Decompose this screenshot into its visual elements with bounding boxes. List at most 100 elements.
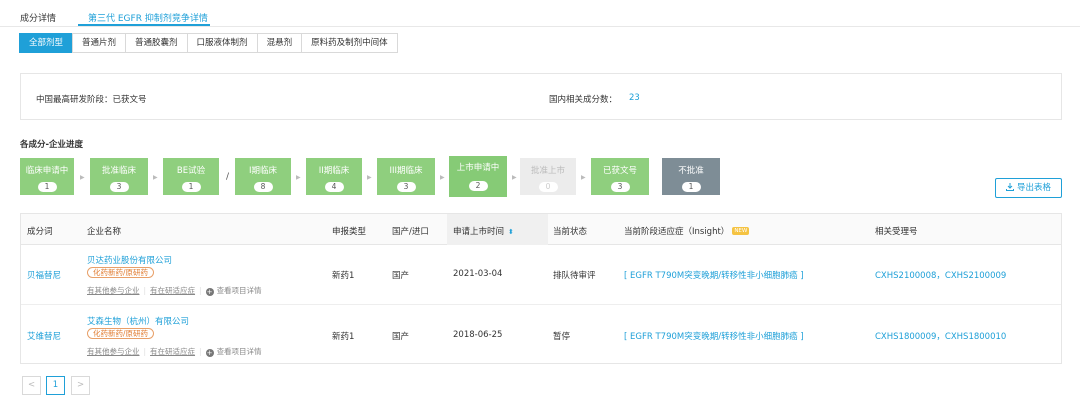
dose-tab-tablet[interactable]: 普通片剂 xyxy=(72,33,127,53)
tab-ingredient-detail[interactable]: 成分详情 xyxy=(20,11,56,24)
download-icon xyxy=(1005,183,1014,191)
receipt-link[interactable]: CXHS2100008，CXHS2100009 xyxy=(875,269,1006,281)
summary-panel: 中国最高研发阶段：已获文号 国内相关成分数： 23 xyxy=(20,73,1062,120)
chevron-right-icon: ▶ xyxy=(296,174,301,181)
next-page-button[interactable]: > xyxy=(71,376,90,395)
stage-label: 上市申请中 xyxy=(456,163,500,173)
origin: 国产 xyxy=(392,332,410,342)
indication-link[interactable]: [ EGFR T790M突变晚期/转移性非小细胞肺癌 ] xyxy=(624,330,804,342)
stage-count: 0 xyxy=(538,182,558,192)
th-indication-label: 当前阶段适应症（Insight） xyxy=(624,227,730,237)
page-1-button[interactable]: 1 xyxy=(46,376,65,395)
row-action-links: 有其他参与企业 | 有在研适应症 | + 查看项目详情 xyxy=(87,286,262,296)
chevron-right-icon: ▶ xyxy=(153,174,158,181)
dose-tab-oral-liquid[interactable]: 口服液体制剂 xyxy=(186,33,258,53)
export-table-button[interactable]: 导出表格 xyxy=(995,178,1062,198)
stage-count: 3 xyxy=(610,182,630,192)
company-link[interactable]: 贝达药业股份有限公司 xyxy=(87,254,172,266)
th-company: 企业名称 xyxy=(87,227,122,237)
company-link[interactable]: 艾森生物（杭州）有限公司 xyxy=(87,315,189,327)
stage-count: 4 xyxy=(324,182,344,192)
plus-circle-icon: + xyxy=(205,349,214,357)
project-detail-label: 查看项目详情 xyxy=(216,286,262,295)
stage-count: 1 xyxy=(681,182,701,192)
ingredient-count-label: 国内相关成分数： xyxy=(549,95,618,105)
th-apply-time[interactable]: 申请上市时间 ⬍ xyxy=(453,225,514,237)
th-receipt: 相关受理号 xyxy=(875,227,918,237)
th-apply-type: 申报类型 xyxy=(332,227,367,237)
stage-phase-3[interactable]: III期临床 3 xyxy=(377,158,435,195)
stage-count: 1 xyxy=(37,182,57,192)
section-title: 各成分-企业进度 xyxy=(20,140,84,150)
stage-phase-1[interactable]: I期临床 8 xyxy=(235,158,291,195)
indications-link[interactable]: 有在研适应症 xyxy=(150,347,195,356)
stage-label: I期临床 xyxy=(248,166,277,176)
status: 排队待审评 xyxy=(553,271,596,281)
highest-stage-text: 中国最高研发阶段：已获文号 xyxy=(36,95,147,105)
stage-market-application[interactable]: 上市申请中 2 xyxy=(449,156,507,197)
stage-separator: / xyxy=(226,172,230,182)
other-participants-link[interactable]: 有其他参与企业 xyxy=(87,347,140,356)
stage-clinical-application[interactable]: 临床申请中 1 xyxy=(20,158,74,195)
ingredient-count-value[interactable]: 23 xyxy=(629,93,640,103)
stage-license-obtained[interactable]: 已获文号 3 xyxy=(591,158,649,195)
stage-label: 已获文号 xyxy=(602,166,637,176)
th-apply-time-label: 申请上市时间 xyxy=(453,227,505,237)
stage-count: 2 xyxy=(468,181,488,191)
receipt-link[interactable]: CXHS1800009，CXHS1800010 xyxy=(875,330,1006,342)
apply-type: 新药1 xyxy=(332,271,355,281)
other-participants-link[interactable]: 有其他参与企业 xyxy=(87,286,140,295)
project-detail-link[interactable]: + 查看项目详情 xyxy=(205,347,262,357)
tab-egfr-competition[interactable]: 第三代 EGFR 抑制剂竞争详情 xyxy=(88,11,208,24)
stage-label: BE试验 xyxy=(176,166,206,176)
stage-be-trial[interactable]: BE试验 1 xyxy=(163,158,219,195)
chevron-right-icon: ▶ xyxy=(367,174,372,181)
stage-count: 8 xyxy=(253,182,273,192)
ingredient-link[interactable]: 艾维替尼 xyxy=(27,330,61,342)
apply-time: 2021-03-04 xyxy=(453,269,503,279)
dose-tab-api[interactable]: 原料药及制剂中间体 xyxy=(301,33,398,53)
table-header: 成分词 企业名称 申报类型 国产/进口 申请上市时间 ⬍ 当前状态 当前阶段适应症… xyxy=(21,214,1061,245)
stage-count: 3 xyxy=(109,182,129,192)
stage-label: 临床申请中 xyxy=(25,166,69,176)
dose-tab-suspension[interactable]: 混悬剂 xyxy=(256,33,303,53)
dose-tab-all[interactable]: 全部剂型 xyxy=(19,33,74,53)
stage-market-approved[interactable]: 批准上市 0 xyxy=(520,158,576,195)
results-table: 成分词 企业名称 申报类型 国产/进口 申请上市时间 ⬍ 当前状态 当前阶段适应症… xyxy=(20,213,1062,364)
th-indication: 当前阶段适应症（Insight） NEW xyxy=(624,225,750,237)
stage-label: III期临床 xyxy=(389,166,423,176)
divider xyxy=(0,26,1080,27)
export-label: 导出表格 xyxy=(1016,183,1051,193)
top-tab-bar: 成分详情 第三代 EGFR 抑制剂竞争详情 xyxy=(0,0,1080,30)
dose-tab-capsule[interactable]: 普通胶囊剂 xyxy=(125,33,188,53)
indication-link[interactable]: [ EGFR T790M突变晚期/转移性非小细胞肺癌 ] xyxy=(624,269,804,281)
prev-page-button[interactable]: < xyxy=(22,376,41,395)
table-row: 贝福替尼 贝达药业股份有限公司 化药新药/原研药 有其他参与企业 | 有在研适应症 |… xyxy=(21,245,1061,305)
indications-link[interactable]: 有在研适应症 xyxy=(150,286,195,295)
chevron-right-icon: ▶ xyxy=(581,174,586,181)
stage-rejected[interactable]: 不批准 1 xyxy=(662,158,720,195)
status: 暂停 xyxy=(553,332,571,342)
project-detail-link[interactable]: + 查看项目详情 xyxy=(205,286,262,296)
row-action-links: 有其他参与企业 | 有在研适应症 | + 查看项目详情 xyxy=(87,347,262,357)
chevron-right-icon: ▶ xyxy=(80,174,85,181)
stage-label: 不批准 xyxy=(678,166,704,176)
stage-clinical-approved[interactable]: 批准临床 3 xyxy=(90,158,148,195)
th-ingredient: 成分词 xyxy=(27,227,53,237)
stage-label: 批准上市 xyxy=(530,166,565,176)
sort-icon[interactable]: ⬍ xyxy=(508,228,514,236)
stage-phase-2[interactable]: II期临床 4 xyxy=(306,158,362,195)
stage-count: 1 xyxy=(181,182,201,192)
origin: 国产 xyxy=(392,271,410,281)
drug-type-tag: 化药新药/原研药 xyxy=(87,328,155,339)
chevron-right-icon: ▶ xyxy=(440,174,445,181)
apply-type: 新药1 xyxy=(332,332,355,342)
th-status: 当前状态 xyxy=(553,227,588,237)
stage-label: 批准临床 xyxy=(101,166,136,176)
th-origin: 国产/进口 xyxy=(392,227,429,237)
chevron-right-icon: ▶ xyxy=(512,174,517,181)
project-detail-label: 查看项目详情 xyxy=(216,347,262,356)
ingredient-link[interactable]: 贝福替尼 xyxy=(27,269,61,281)
drug-type-tag: 化药新药/原研药 xyxy=(87,267,155,278)
apply-time: 2018-06-25 xyxy=(453,330,503,340)
